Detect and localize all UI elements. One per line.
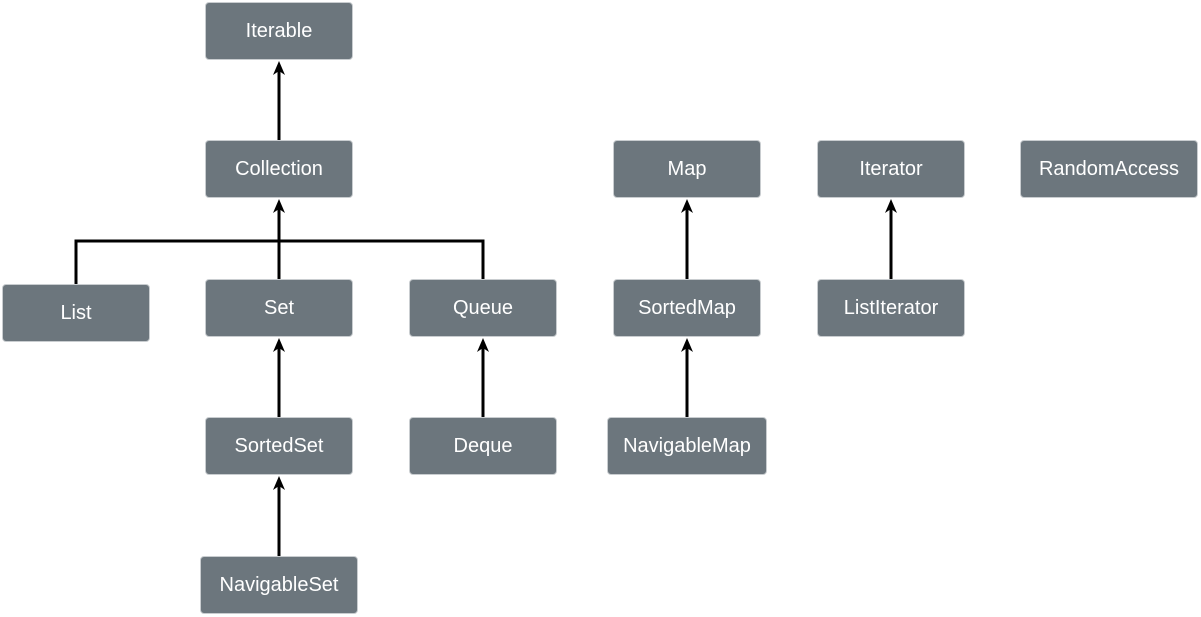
edges-layer — [74, 61, 897, 556]
edge-collection-to-iterable — [273, 61, 285, 140]
diagram-canvas: Iterable Collection List Set Queue SortedSet D… — [0, 0, 1201, 617]
edge-navigablemap-to-sortedmap — [681, 338, 693, 417]
edge-sortedmap-to-map — [681, 199, 693, 279]
node-list: List — [2, 284, 150, 342]
edge-deque-to-queue — [477, 338, 489, 417]
node-map: Map — [613, 140, 761, 198]
edge-sortedset-to-set — [273, 338, 285, 417]
node-set: Set — [205, 279, 353, 337]
node-randomaccess: RandomAccess — [1020, 140, 1198, 198]
node-navigablemap: NavigableMap — [607, 417, 767, 475]
node-deque: Deque — [409, 417, 557, 475]
edge-list-to-collection — [74, 239, 279, 284]
node-listiterator: ListIterator — [817, 279, 965, 337]
node-iterable: Iterable — [205, 2, 353, 60]
edge-queue-to-collection — [279, 239, 485, 279]
node-navigableset: NavigableSet — [200, 556, 358, 614]
node-collection: Collection — [205, 140, 353, 198]
edge-navigableset-to-sortedset — [273, 476, 285, 556]
node-iterator: Iterator — [817, 140, 965, 198]
node-sortedmap: SortedMap — [613, 279, 761, 337]
node-queue: Queue — [409, 279, 557, 337]
edge-set-to-collection — [273, 199, 285, 279]
edge-listiterator-to-iterator — [885, 199, 897, 279]
node-sortedset: SortedSet — [205, 417, 353, 475]
